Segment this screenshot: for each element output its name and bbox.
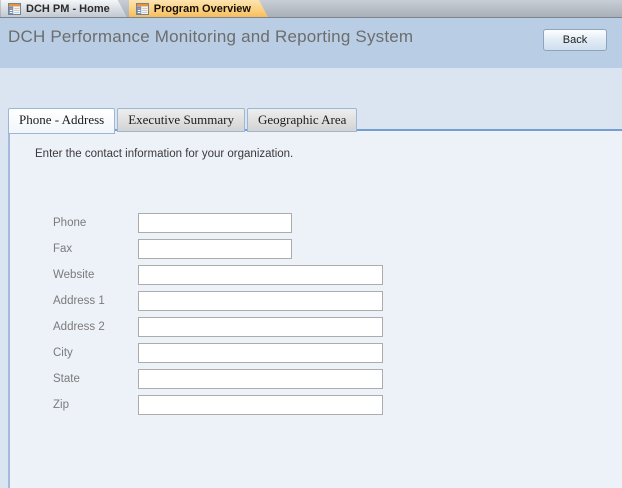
- field-label: Website: [53, 269, 138, 281]
- field-label: Phone: [53, 217, 138, 229]
- phone-input[interactable]: [138, 213, 292, 233]
- document-tab-label: DCH PM - Home: [26, 3, 110, 15]
- document-tab-bar: DCH PM - Home Pr: [0, 0, 622, 18]
- form-tab-label: Executive Summary: [128, 112, 234, 127]
- form-tab-phone-address[interactable]: Phone - Address: [8, 108, 115, 134]
- zip-input[interactable]: [138, 395, 383, 415]
- form-icon: [8, 3, 21, 15]
- address-1-input[interactable]: [138, 291, 383, 311]
- field-list: Phone Fax Website Address 1: [10, 213, 383, 421]
- field-label: Fax: [53, 243, 138, 255]
- field-label: Address 1: [53, 295, 138, 307]
- field-row-phone: Phone: [10, 213, 383, 233]
- form-tab-label: Geographic Area: [258, 112, 346, 127]
- field-row-address-1: Address 1: [10, 291, 383, 311]
- field-label: Zip: [53, 399, 138, 411]
- fax-input[interactable]: [138, 239, 292, 259]
- header: DCH Performance Monitoring and Reporting…: [0, 18, 622, 68]
- instruction-text: Enter the contact information for your o…: [35, 148, 293, 160]
- field-row-city: City: [10, 343, 383, 363]
- field-row-fax: Fax: [10, 239, 383, 259]
- document-tab-dch-pm-home[interactable]: DCH PM - Home: [1, 0, 127, 17]
- form-body: Enter the contact information for your o…: [0, 68, 622, 488]
- document-tab-label: Program Overview: [154, 3, 251, 15]
- form-tab-executive-summary[interactable]: Executive Summary: [117, 108, 245, 132]
- field-label: Address 2: [53, 321, 138, 333]
- back-button[interactable]: Back: [543, 29, 607, 51]
- field-row-state: State: [10, 369, 383, 389]
- field-label: State: [53, 373, 138, 385]
- website-input[interactable]: [138, 265, 383, 285]
- document-tab-program-overview[interactable]: Program Overview: [129, 0, 268, 17]
- city-input[interactable]: [138, 343, 383, 363]
- field-row-website: Website: [10, 265, 383, 285]
- form-tab-label: Phone - Address: [19, 112, 104, 127]
- field-label: City: [53, 347, 138, 359]
- field-row-address-2: Address 2: [10, 317, 383, 337]
- tab-page-phone-address: Enter the contact information for your o…: [8, 129, 622, 488]
- form-tab-strip: Phone - Address Executive Summary Geogra…: [8, 108, 357, 132]
- field-row-zip: Zip: [10, 395, 383, 415]
- page-title: DCH Performance Monitoring and Reporting…: [8, 27, 413, 47]
- form-tab-geographic-area[interactable]: Geographic Area: [247, 108, 357, 132]
- state-input[interactable]: [138, 369, 383, 389]
- address-2-input[interactable]: [138, 317, 383, 337]
- form-icon: [136, 3, 149, 15]
